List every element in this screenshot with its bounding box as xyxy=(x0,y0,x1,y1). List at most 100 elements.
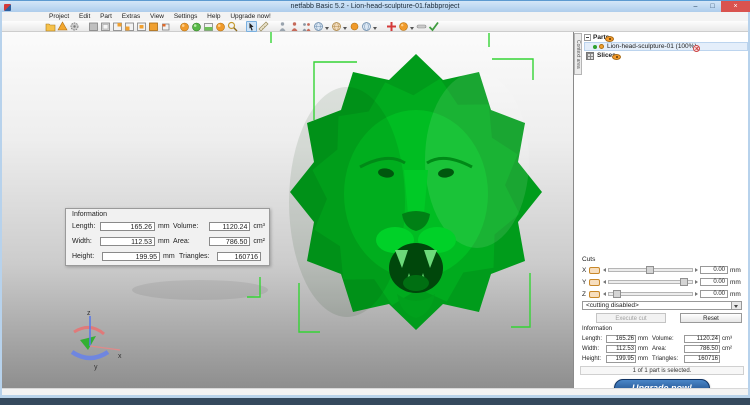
slices-visibility-eye-icon[interactable] xyxy=(611,54,621,60)
panel-length-value: 165.26 xyxy=(606,334,636,343)
tree-row-slices[interactable]: Slices xyxy=(584,51,748,60)
globe-3-dropdown-caret[interactable] xyxy=(373,26,377,30)
add-plus-icon[interactable] xyxy=(386,21,397,32)
cut-z-right-arrow[interactable] xyxy=(695,292,698,296)
area-value: 786.50 xyxy=(208,237,251,246)
panel-length-unit: mm xyxy=(638,335,648,342)
panel-area-value: 786.50 xyxy=(684,344,720,353)
select-cursor-icon[interactable] xyxy=(246,20,257,32)
view-cube-5-icon[interactable] xyxy=(136,21,147,32)
view-cube-7-icon[interactable] xyxy=(160,21,171,32)
cut-y-left-arrow[interactable] xyxy=(603,280,606,284)
dropdown-caret-icon[interactable] xyxy=(731,302,741,309)
view-cube-4-icon[interactable] xyxy=(124,21,135,32)
volume-unit: cm³ xyxy=(253,223,266,230)
3d-viewport[interactable]: z x y Information Length: 165.26 mm Volu… xyxy=(2,32,573,388)
height-value: 199.95 xyxy=(102,252,160,261)
axis-gizmo: z x y xyxy=(70,310,122,371)
cutting-mode-dropdown[interactable]: <cutting disabled> xyxy=(582,301,742,310)
tree-row-part[interactable]: Lion-head-sculpture-01 (100%) xyxy=(584,42,748,52)
platform-box-icon[interactable] xyxy=(203,21,214,32)
tree-row-parts[interactable]: Parts xyxy=(584,33,748,42)
triangles-value: 160716 xyxy=(217,252,261,261)
figure-red-icon[interactable] xyxy=(289,21,300,32)
repair-sphere-icon[interactable] xyxy=(179,21,190,32)
cut-x-right-arrow[interactable] xyxy=(695,268,698,272)
taskbar-strip xyxy=(0,398,750,405)
selection-status: 1 of 1 part is selected. xyxy=(580,366,744,375)
cut-y-value[interactable]: 0.00 xyxy=(700,278,728,286)
width-unit: mm xyxy=(157,238,170,245)
panel-volume-label: Volume: xyxy=(652,335,674,342)
axis-y-label: y xyxy=(94,364,98,371)
cut-z-checkbox[interactable] xyxy=(589,290,600,298)
execute-cut-button[interactable]: Execute cut xyxy=(596,313,666,323)
globe-2-icon[interactable] xyxy=(331,21,342,32)
right-panel: Context area Parts Lion-head-sculpture-0… xyxy=(573,32,750,397)
cut-y-slider[interactable] xyxy=(608,278,693,286)
panel-volume-unit: cm³ xyxy=(722,335,732,342)
panel-triangles-value: 160716 xyxy=(684,354,720,363)
cut-z-left-arrow[interactable] xyxy=(603,292,606,296)
height-unit: mm xyxy=(163,253,175,260)
floating-info-panel: Information Length: 165.26 mm Volume: 11… xyxy=(65,208,270,266)
repair-sphere-green-icon[interactable] xyxy=(191,21,202,32)
cut-x-slider[interactable] xyxy=(608,266,693,274)
parts-tree: Parts Lion-head-sculpture-01 (100%) Slic… xyxy=(584,33,748,60)
length-label: Length: xyxy=(72,223,96,230)
cut-y-checkbox[interactable] xyxy=(589,278,600,286)
globe-2-dropdown-caret[interactable] xyxy=(343,26,347,30)
measure-ruler-icon[interactable] xyxy=(258,21,269,32)
action-sphere-icon[interactable] xyxy=(398,21,409,32)
figure-pair-icon[interactable] xyxy=(301,21,312,32)
globe-1-dropdown-caret[interactable] xyxy=(325,26,329,30)
cut-z-label: Z xyxy=(582,290,586,298)
globe-1-icon[interactable] xyxy=(313,21,324,32)
view-cube-orange-icon[interactable] xyxy=(148,21,159,32)
cut-z-unit: mm xyxy=(730,290,741,298)
reset-button[interactable]: Reset xyxy=(680,313,742,323)
cut-x-value[interactable]: 0.00 xyxy=(700,266,728,274)
cut-row-y: Y 0.00 mm xyxy=(582,277,742,287)
import-part-icon[interactable] xyxy=(57,20,68,32)
cut-z-value[interactable]: 0.00 xyxy=(700,290,728,298)
apply-check-icon[interactable] xyxy=(428,21,439,32)
view-cube-2-icon[interactable] xyxy=(100,21,111,32)
settings-gear-icon[interactable] xyxy=(69,21,80,32)
view-cube-1-icon[interactable] xyxy=(88,21,99,32)
panel-volume-value: 1120.24 xyxy=(684,334,720,343)
figure-gray-icon[interactable] xyxy=(277,21,288,32)
slices-grid-icon xyxy=(586,51,594,60)
triangles-label: Triangles: xyxy=(179,253,210,260)
cut-y-slider-handle[interactable] xyxy=(680,278,689,286)
cut-z-slider[interactable] xyxy=(608,290,693,298)
cut-z-slider-handle[interactable] xyxy=(613,290,622,298)
volume-value: 1120.24 xyxy=(208,222,251,231)
zoom-magnifier-icon[interactable] xyxy=(227,21,238,32)
globe-3-icon[interactable] xyxy=(361,21,372,32)
cut-row-z: Z 0.00 mm xyxy=(582,289,742,299)
view-cube-3-icon[interactable] xyxy=(112,21,123,32)
axis-z-label: z xyxy=(87,310,91,317)
cut-x-left-arrow[interactable] xyxy=(603,268,606,272)
part-sphere-icon xyxy=(599,44,604,49)
action-sphere-dropdown-caret[interactable] xyxy=(410,26,414,30)
collapse-pill-icon[interactable] xyxy=(416,21,427,32)
sphere-orange-icon[interactable] xyxy=(215,21,226,32)
toolbar xyxy=(2,20,748,32)
context-area-tab[interactable]: Context area xyxy=(574,33,582,75)
collapse-expander-icon[interactable] xyxy=(584,34,591,41)
panel-area-unit: cm² xyxy=(722,345,732,352)
panel-height-unit: mm xyxy=(638,355,648,362)
cut-x-slider-handle[interactable] xyxy=(646,266,655,274)
part-item-label: Lion-head-sculpture-01 (100%) xyxy=(607,43,697,50)
sphere-small-icon[interactable] xyxy=(349,21,360,32)
cut-y-right-arrow[interactable] xyxy=(695,280,698,284)
cutting-mode-value: <cutting disabled> xyxy=(586,302,639,309)
open-folder-icon[interactable] xyxy=(45,21,56,32)
panel-length-label: Length: xyxy=(582,335,603,342)
cut-row-x: X 0.00 mm xyxy=(582,265,742,275)
panel-width-unit: mm xyxy=(638,345,648,352)
cut-x-checkbox[interactable] xyxy=(589,266,600,274)
area-label: Area: xyxy=(173,238,190,245)
